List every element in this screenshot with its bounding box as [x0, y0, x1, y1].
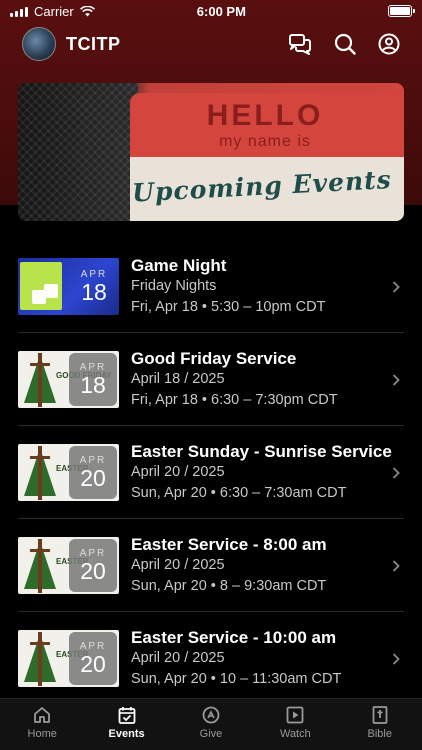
- event-time: Fri, Apr 18 • 5:30 – 10pm CDT: [131, 299, 326, 315]
- battery-icon: [388, 5, 415, 17]
- event-title: Easter Sunday - Sunrise Service: [131, 442, 392, 461]
- event-row-easter-8am[interactable]: EASTER APR 20 Easter Service - 8:00 am A…: [0, 519, 422, 612]
- events-list: APR 18 Game Night Friday Nights Fri, Apr…: [0, 240, 422, 705]
- event-title: Easter Service - 8:00 am: [131, 535, 327, 554]
- church-logo[interactable]: [22, 27, 56, 61]
- tab-label: Home: [27, 728, 57, 740]
- cross-art: [38, 539, 42, 593]
- cross-bar: [30, 456, 50, 459]
- date-badge: APR 20: [69, 632, 117, 685]
- date-badge: APR 18: [69, 258, 119, 315]
- event-title: Good Friday Service: [131, 349, 297, 368]
- hero-grille: [18, 83, 138, 221]
- event-thumbnail: EASTER APR 20: [18, 537, 119, 594]
- app-bar: TCITP: [0, 25, 422, 63]
- tab-bar: Home Events Give Watch Bible: [0, 698, 422, 750]
- status-time: 6:00 PM: [196, 3, 246, 19]
- search-icon[interactable]: [334, 33, 356, 55]
- date-badge: APR 20: [69, 539, 117, 592]
- tab-home[interactable]: Home: [0, 705, 84, 740]
- status-left: Carrier: [10, 4, 95, 19]
- date-day: 20: [80, 651, 106, 677]
- date-day: 20: [80, 465, 106, 491]
- chevron-right-icon: [392, 559, 400, 572]
- cross-art: [38, 353, 42, 407]
- event-time: Sun, Apr 20 • 6:30 – 7:30am CDT: [131, 485, 347, 501]
- event-row-good-friday[interactable]: GOOD FRIDAY APR 18 Good Friday Service A…: [0, 333, 422, 426]
- game-night-art: [20, 262, 62, 310]
- event-time: Sun, Apr 20 • 8 – 9:30am CDT: [131, 578, 327, 594]
- hero-hello-text: HELLO: [206, 99, 324, 132]
- home-icon: [34, 707, 51, 723]
- tab-events[interactable]: Events: [85, 705, 169, 740]
- event-subtitle: April 20 / 2025: [131, 464, 225, 480]
- event-thumbnail: GOOD FRIDAY APR 18: [18, 351, 119, 408]
- chevron-right-icon: [392, 373, 400, 386]
- cross-bar: [30, 363, 50, 366]
- messages-icon[interactable]: [288, 33, 312, 55]
- play-icon: [286, 706, 304, 724]
- signal-icon: [10, 5, 28, 17]
- event-subtitle: April 20 / 2025: [131, 650, 225, 666]
- event-time: Sun, Apr 20 • 10 – 11:30am CDT: [131, 671, 342, 687]
- event-subtitle: Friday Nights: [131, 278, 217, 294]
- event-text: Good Friday Service April 18 / 2025 Fri,…: [131, 348, 422, 411]
- cross-bar: [30, 642, 50, 645]
- chevron-right-icon: [392, 652, 400, 665]
- profile-icon[interactable]: [378, 33, 400, 55]
- hero-name-line: my name is: [219, 133, 311, 150]
- give-icon: [202, 706, 220, 724]
- tab-label: Give: [199, 728, 223, 740]
- event-row-game-night[interactable]: APR 18 Game Night Friday Nights Fri, Apr…: [0, 240, 422, 333]
- tab-label: Watch: [279, 728, 311, 740]
- hero-banner[interactable]: HELLO my name is Upcoming Events: [18, 83, 404, 221]
- app-actions: [288, 33, 400, 55]
- tab-label: Events: [108, 728, 145, 740]
- cross-art: [38, 632, 42, 686]
- chevron-right-icon: [392, 466, 400, 479]
- date-day: 18: [80, 372, 106, 398]
- date-day: 20: [80, 558, 106, 584]
- chevron-right-icon: [392, 280, 400, 293]
- event-time: Fri, Apr 18 • 6:30 – 7:30pm CDT: [131, 392, 338, 408]
- calendar-check-icon: [118, 707, 135, 724]
- date-badge: APR 20: [69, 446, 117, 499]
- event-subtitle: April 18 / 2025: [131, 371, 225, 387]
- event-title: Easter Service - 10:00 am: [131, 628, 337, 647]
- event-row-easter-sunrise[interactable]: EASTER APR 20 Easter Sunday - Sunrise Se…: [0, 426, 422, 519]
- event-text: Easter Service - 8:00 am April 20 / 2025…: [131, 534, 422, 597]
- event-thumbnail: EASTER APR 20: [18, 444, 119, 501]
- event-thumbnail: APR 18: [18, 258, 119, 315]
- event-row-easter-10am[interactable]: EASTER APR 20 Easter Service - 10:00 am …: [0, 612, 422, 705]
- tab-give[interactable]: Give: [169, 705, 253, 740]
- hero-name-tag: HELLO my name is Upcoming Events: [130, 93, 404, 221]
- date-badge: APR 18: [69, 353, 117, 406]
- date-day: 18: [81, 279, 107, 305]
- tab-label: Bible: [367, 728, 392, 740]
- event-title: Game Night: [131, 256, 227, 275]
- carrier-label: Carrier: [34, 3, 74, 19]
- event-text: Game Night Friday Nights Fri, Apr 18 • 5…: [131, 255, 422, 318]
- cross-art: [38, 446, 42, 500]
- event-text: Easter Sunday - Sunrise Service April 20…: [131, 441, 422, 504]
- cross-bar: [30, 549, 50, 552]
- event-subtitle: April 20 / 2025: [131, 557, 225, 573]
- app-title: TCITP: [66, 33, 121, 54]
- status-bar: Carrier 6:00 PM: [0, 0, 422, 22]
- tab-watch[interactable]: Watch: [253, 705, 337, 740]
- tab-bible[interactable]: Bible: [338, 705, 422, 740]
- event-thumbnail: EASTER APR 20: [18, 630, 119, 687]
- event-text: Easter Service - 10:00 am April 20 / 202…: [131, 627, 422, 690]
- wifi-icon: [79, 5, 95, 16]
- bible-icon: [372, 706, 388, 724]
